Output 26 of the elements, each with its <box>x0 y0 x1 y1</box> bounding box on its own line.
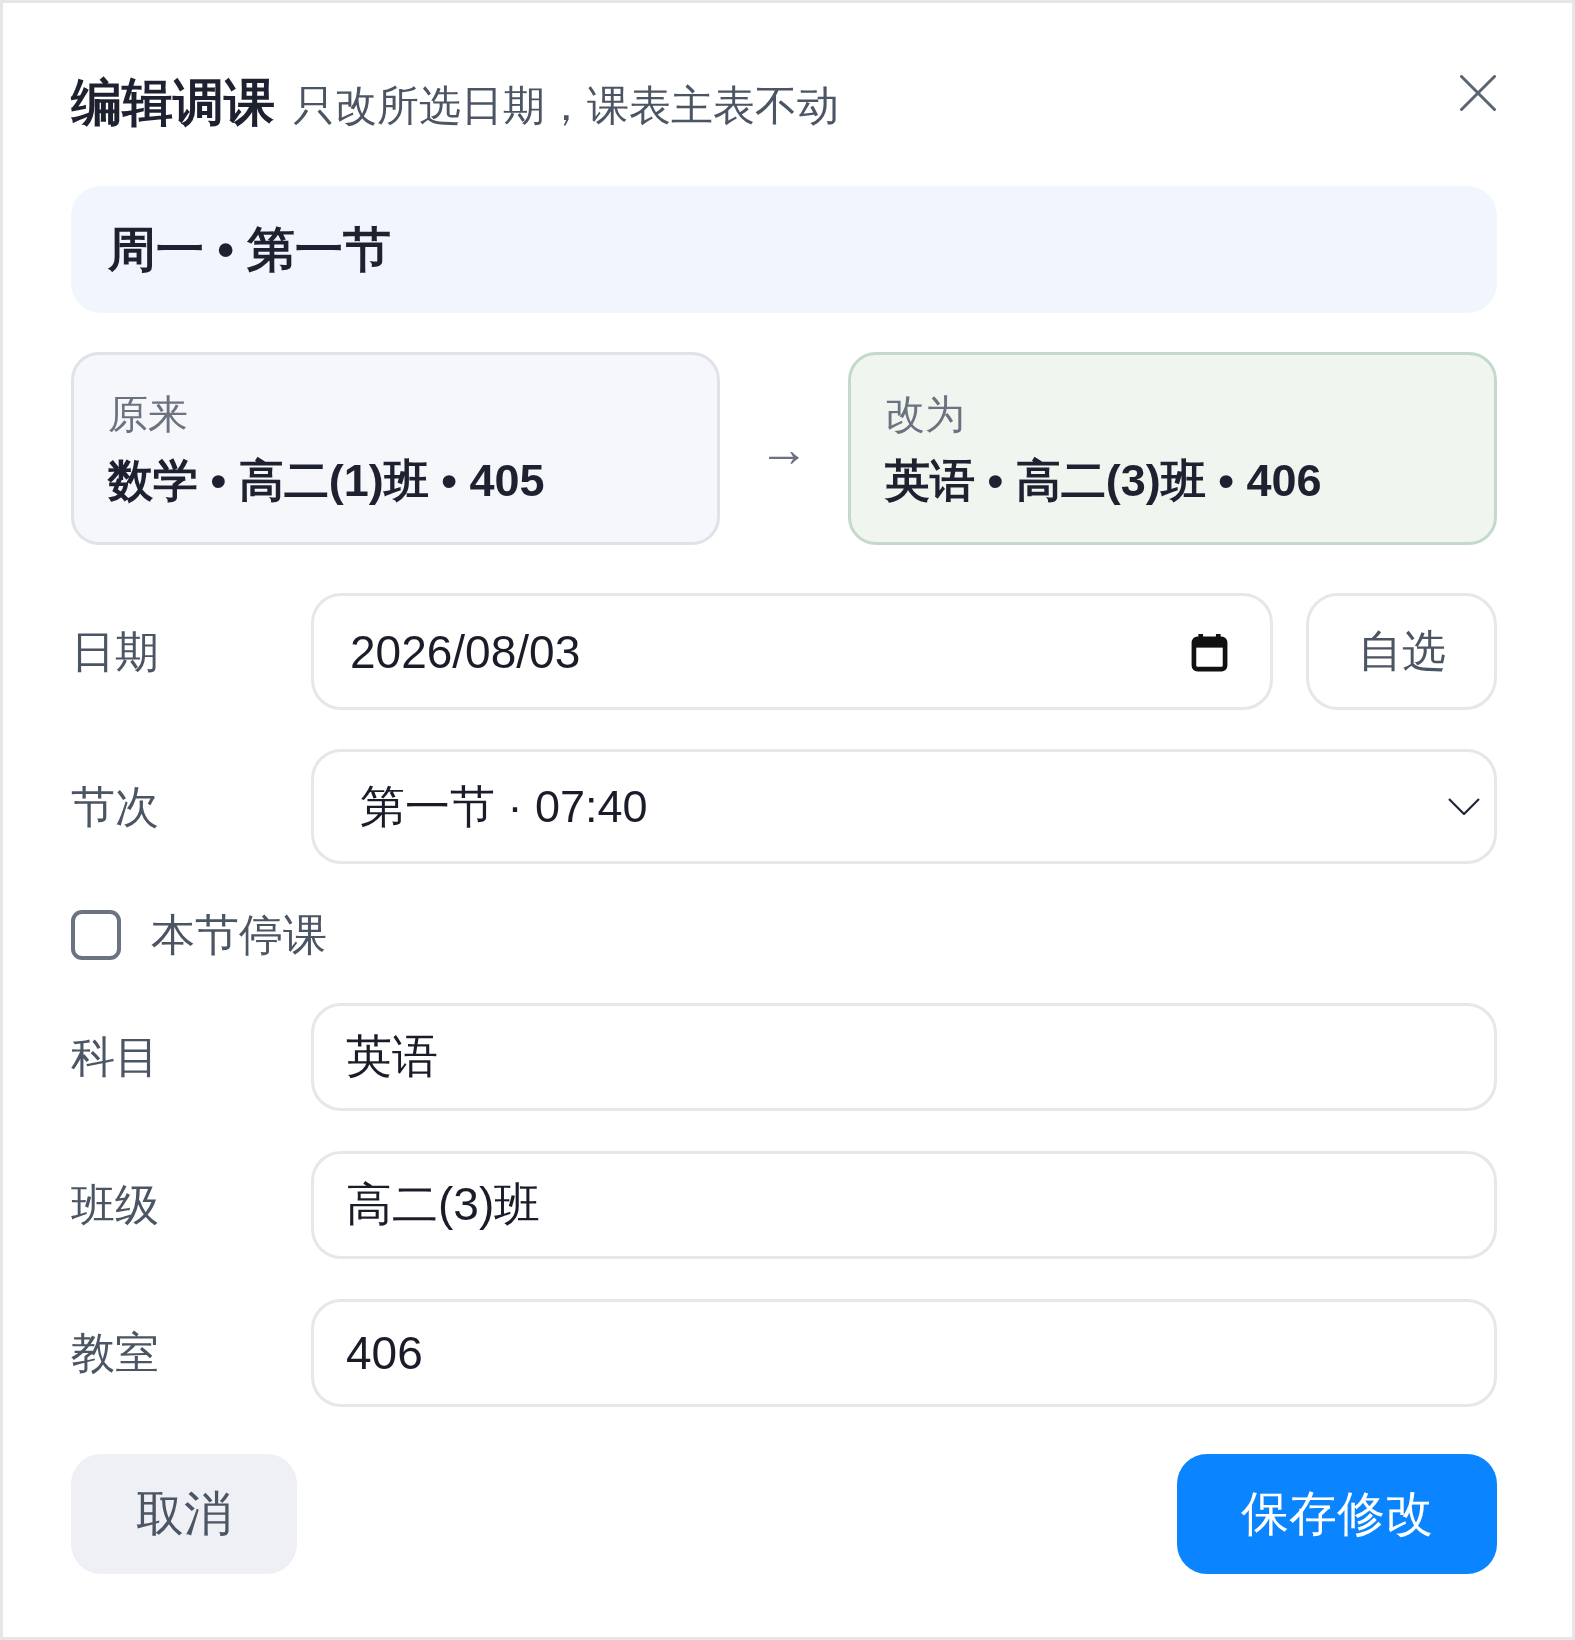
right-arrow: → <box>759 419 809 479</box>
pick-date-button[interactable]: 自选 <box>1306 593 1497 710</box>
calendar-icon[interactable] <box>1191 631 1228 672</box>
field-label: 科目 <box>71 1031 159 1083</box>
lesson-summary: 数学 • 高二(1)班 • 405 <box>108 454 545 508</box>
save-button[interactable]: 保存修改 <box>1177 1454 1497 1574</box>
field-label: 日期 <box>71 625 159 678</box>
dialog-title: 编辑调课 <box>71 73 275 133</box>
dialog-subtitle: 只改所选日期，课表主表不动 <box>293 81 839 131</box>
lesson-slot-banner: 周一 • 第一节 <box>71 186 1497 313</box>
dropdown-field[interactable]: 第一节 · 07:40 <box>311 749 1497 864</box>
field-label: 节次 <box>71 780 159 833</box>
date-field[interactable]: 2026/08/03 <box>311 593 1273 710</box>
card-label: 改为 <box>885 391 965 438</box>
chevron-down-icon <box>1448 798 1480 815</box>
cancel-button[interactable]: 取消 <box>71 1454 297 1574</box>
checkbox-label[interactable]: 本节停课 <box>151 907 327 963</box>
field-label: 教室 <box>71 1327 159 1379</box>
text-field[interactable]: 406 <box>311 1299 1497 1407</box>
field-label: 班级 <box>71 1179 159 1231</box>
lesson-summary: 英语 • 高二(3)班 • 406 <box>885 454 1322 508</box>
text-field[interactable]: 高二(3)班 <box>311 1151 1497 1259</box>
text-field[interactable]: 英语 <box>311 1003 1497 1111</box>
close-icon[interactable] <box>1460 75 1496 111</box>
card-label: 原来 <box>108 391 188 438</box>
checkbox[interactable] <box>71 910 121 960</box>
